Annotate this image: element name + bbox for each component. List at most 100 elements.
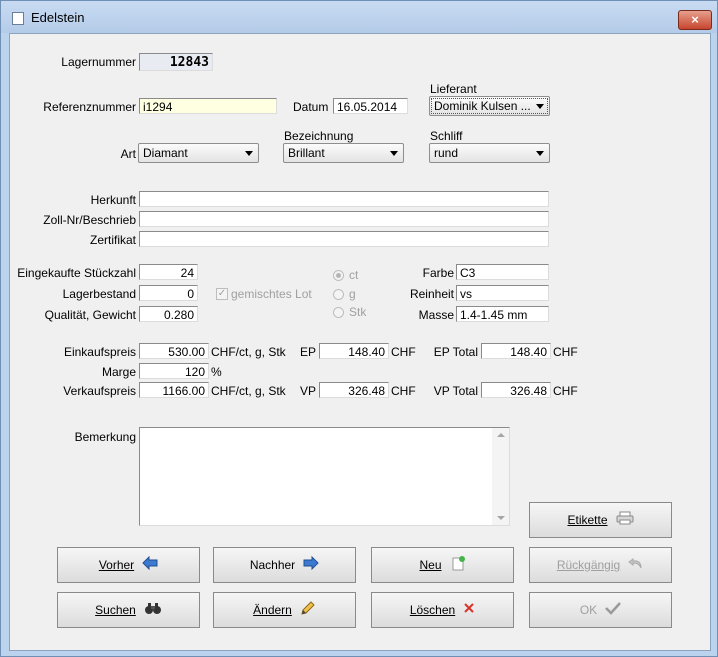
reinheit-field[interactable]: vs bbox=[456, 285, 549, 301]
unit-ct-radio[interactable] bbox=[333, 270, 344, 281]
marge-label: Marge bbox=[101, 365, 136, 379]
neu-label: Neu bbox=[419, 558, 442, 572]
zoll-label: Zoll-Nr/Beschrieb bbox=[43, 213, 136, 227]
delete-x-icon bbox=[463, 602, 475, 618]
nachher-label: Nachher bbox=[249, 558, 296, 572]
rueckgaengig-button[interactable]: Rückgängig bbox=[529, 547, 672, 583]
herkunft-field[interactable] bbox=[139, 191, 549, 207]
einkaufspreis-field[interactable]: 530.00 bbox=[139, 343, 209, 359]
bezeichnung-value: Brillant bbox=[288, 146, 325, 160]
gemischtes-lot-label: gemischtes Lot bbox=[231, 287, 312, 301]
art-value: Diamant bbox=[143, 146, 188, 160]
qualitaet-label: Qualität, Gewicht bbox=[44, 308, 136, 322]
masse-label: Masse bbox=[418, 308, 454, 322]
datum-label: Datum bbox=[293, 100, 329, 114]
window-title: Edelstein bbox=[31, 10, 85, 25]
title-bar[interactable]: Edelstein × bbox=[1, 1, 717, 33]
farbe-label: Farbe bbox=[422, 266, 454, 280]
vorher-button[interactable]: Vorher bbox=[57, 547, 200, 583]
reinheit-label: Reinheit bbox=[409, 287, 454, 301]
zertifikat-label: Zertifikat bbox=[89, 233, 136, 247]
vp-total-field: 326.48 bbox=[481, 382, 551, 398]
zoll-field[interactable] bbox=[139, 211, 549, 227]
unit-g-radio[interactable] bbox=[333, 289, 344, 300]
herkunft-label: Herkunft bbox=[90, 193, 136, 207]
arrow-left-icon bbox=[142, 555, 158, 574]
qualitaet-field[interactable]: 0.280 bbox=[139, 306, 198, 322]
ep-total-label: EP Total bbox=[433, 345, 478, 359]
checkmark-icon bbox=[605, 601, 622, 619]
vp-total-currency: CHF bbox=[553, 384, 578, 398]
verkaufspreis-field[interactable]: 1166.00 bbox=[139, 382, 209, 398]
vp-field: 326.48 bbox=[319, 382, 389, 398]
masse-field[interactable]: 1.4-1.45 mm bbox=[456, 306, 549, 322]
ep-total-field: 148.40 bbox=[481, 343, 551, 359]
vp-label: VP bbox=[299, 384, 316, 398]
aendern-button[interactable]: Ändern bbox=[213, 592, 356, 628]
bemerkung-label: Bemerkung bbox=[74, 430, 136, 444]
undo-icon bbox=[628, 556, 644, 574]
stueckzahl-field[interactable]: 24 bbox=[139, 264, 198, 280]
gemischtes-lot-checkbox[interactable]: ✓ bbox=[216, 288, 228, 300]
pencil-icon bbox=[300, 600, 316, 620]
lagerbestand-field[interactable]: 0 bbox=[139, 285, 198, 301]
ep-label: EP bbox=[299, 345, 316, 359]
unit-g-label: g bbox=[349, 287, 356, 301]
ok-button[interactable]: OK bbox=[529, 592, 672, 628]
aendern-label: Ändern bbox=[253, 603, 292, 617]
scroll-up-icon[interactable] bbox=[497, 433, 505, 437]
lieferant-dropdown[interactable]: Dominik Kulsen ... bbox=[429, 96, 550, 116]
datum-field[interactable]: 16.05.2014 bbox=[333, 98, 408, 114]
einkaufspreis-unit: CHF/ct, g, Stk bbox=[211, 345, 286, 359]
chevron-down-icon bbox=[245, 151, 253, 156]
ok-label: OK bbox=[579, 603, 598, 617]
verkaufspreis-unit: CHF/ct, g, Stk bbox=[211, 384, 286, 398]
art-label: Art bbox=[120, 147, 136, 161]
scroll-down-icon[interactable] bbox=[497, 516, 505, 520]
verkaufspreis-label: Verkaufspreis bbox=[63, 384, 136, 398]
window-icon bbox=[12, 12, 24, 25]
loeschen-button[interactable]: Löschen bbox=[371, 592, 514, 628]
chevron-down-icon bbox=[390, 151, 398, 156]
lagerbestand-label: Lagerbestand bbox=[62, 287, 136, 301]
suchen-button[interactable]: Suchen bbox=[57, 592, 200, 628]
bezeichnung-label: Bezeichnung bbox=[284, 129, 354, 143]
vorher-label: Vorher bbox=[98, 558, 135, 572]
neu-button[interactable]: Neu bbox=[371, 547, 514, 583]
close-button[interactable]: × bbox=[678, 10, 712, 30]
einkaufspreis-label: Einkaufspreis bbox=[63, 345, 136, 359]
bezeichnung-dropdown[interactable]: Brillant bbox=[283, 143, 404, 163]
marge-unit: % bbox=[211, 365, 222, 379]
schliff-label: Schliff bbox=[430, 129, 463, 143]
printer-icon bbox=[616, 511, 634, 529]
bemerkung-textarea[interactable] bbox=[139, 427, 510, 526]
lieferant-value: Dominik Kulsen ... bbox=[434, 99, 531, 113]
etikette-button[interactable]: Etikette bbox=[529, 502, 672, 538]
new-document-icon bbox=[450, 555, 466, 575]
lagernummer-field: 12843 bbox=[139, 53, 213, 71]
lieferant-label: Lieferant bbox=[430, 82, 477, 96]
ep-total-currency: CHF bbox=[553, 345, 578, 359]
form-area: Lagernummer 12843 Referenznummer i1294 D… bbox=[9, 33, 711, 651]
suchen-label: Suchen bbox=[95, 603, 136, 617]
lagernummer-label: Lagernummer bbox=[61, 55, 136, 69]
referenznummer-field[interactable]: i1294 bbox=[139, 98, 277, 114]
chevron-down-icon bbox=[536, 104, 544, 109]
referenznummer-label: Referenznummer bbox=[43, 100, 136, 114]
ep-field: 148.40 bbox=[319, 343, 389, 359]
vp-total-label: VP Total bbox=[433, 384, 478, 398]
marge-field[interactable]: 120 bbox=[139, 363, 209, 379]
binoculars-icon bbox=[144, 601, 162, 619]
unit-stk-label: Stk bbox=[349, 305, 367, 319]
unit-stk-radio[interactable] bbox=[333, 307, 344, 318]
unit-ct-label: ct bbox=[349, 268, 359, 282]
farbe-field[interactable]: C3 bbox=[456, 264, 549, 280]
chevron-down-icon bbox=[536, 151, 544, 156]
stueckzahl-label: Eingekaufte Stückzahl bbox=[17, 266, 136, 280]
bemerkung-scrollbar[interactable] bbox=[492, 428, 509, 525]
zertifikat-field[interactable] bbox=[139, 231, 549, 247]
etikette-label: Etikette bbox=[567, 513, 608, 527]
schliff-dropdown[interactable]: rund bbox=[429, 143, 550, 163]
nachher-button[interactable]: Nachher bbox=[213, 547, 356, 583]
art-dropdown[interactable]: Diamant bbox=[138, 143, 259, 163]
